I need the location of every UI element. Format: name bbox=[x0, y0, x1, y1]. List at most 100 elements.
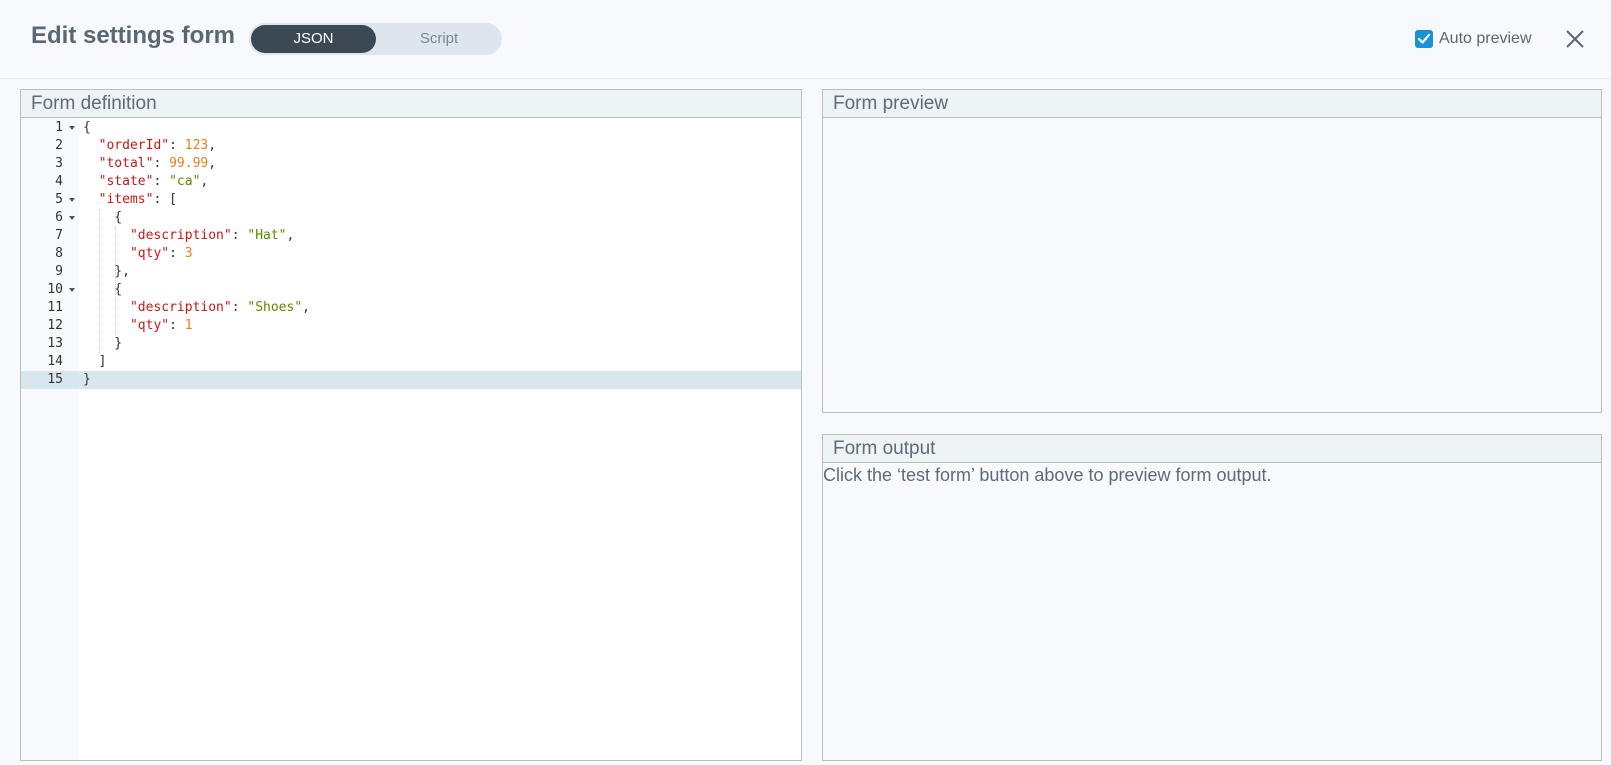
line-number: 5 bbox=[55, 192, 63, 207]
code-token: , bbox=[286, 228, 295, 243]
code-text: "state": "ca", bbox=[83, 173, 209, 191]
indent-guide bbox=[115, 227, 116, 335]
code-token: 123 bbox=[184, 138, 209, 153]
code-token: }, bbox=[83, 264, 130, 279]
code-token: 3 bbox=[184, 246, 193, 261]
code-token: ] bbox=[83, 354, 107, 369]
form-preview-panel: Form preview bbox=[822, 89, 1602, 413]
auto-preview-control[interactable]: Auto preview bbox=[1415, 28, 1532, 50]
form-output-message: Click the ‘test form’ button above to pr… bbox=[823, 465, 1272, 485]
code-token: "ca" bbox=[169, 174, 201, 189]
form-preview-title: Form preview bbox=[823, 90, 1601, 118]
code-line[interactable]: 5 "items": [ bbox=[21, 191, 801, 209]
code-text: { bbox=[83, 119, 91, 137]
code-text: } bbox=[83, 371, 91, 389]
code-token: "description" bbox=[129, 228, 232, 243]
code-line[interactable]: 9 }, bbox=[21, 263, 801, 281]
close-button[interactable] bbox=[1564, 28, 1586, 50]
code-lines[interactable]: 1{2 "orderId": 123, 3 "total": 99.99, 4 "s… bbox=[21, 118, 801, 389]
code-line[interactable]: 4 "state": "ca", bbox=[21, 173, 801, 191]
code-token: : bbox=[169, 318, 185, 333]
line-number: 11 bbox=[47, 300, 63, 315]
code-token: : bbox=[153, 156, 170, 171]
form-definition-panel: Form definition 1{2 "orderId": 123, 3 "to… bbox=[20, 89, 802, 761]
code-token: "items" bbox=[98, 192, 154, 207]
check-icon bbox=[1417, 33, 1431, 44]
fold-arrow-icon[interactable] bbox=[69, 288, 75, 292]
form-definition-title: Form definition bbox=[21, 90, 801, 118]
line-number: 15 bbox=[47, 372, 63, 387]
code-line[interactable]: 3 "total": 99.99, bbox=[21, 155, 801, 173]
code-token: } bbox=[83, 336, 123, 351]
code-token: : bbox=[153, 174, 170, 189]
line-number: 12 bbox=[47, 318, 63, 333]
code-line[interactable]: 2 "orderId": 123, bbox=[21, 137, 801, 155]
code-text: ] bbox=[83, 353, 107, 371]
code-token: { bbox=[83, 282, 123, 297]
line-number: 2 bbox=[55, 138, 63, 153]
code-token: : [ bbox=[153, 192, 177, 207]
auto-preview-label: Auto preview bbox=[1439, 30, 1532, 47]
code-token: , bbox=[208, 156, 217, 171]
json-editor[interactable]: 1{2 "orderId": 123, 3 "total": 99.99, 4 "s… bbox=[21, 118, 801, 760]
line-number: 3 bbox=[55, 156, 63, 171]
line-number: 13 bbox=[47, 336, 63, 351]
line-number: 9 bbox=[55, 264, 63, 279]
code-text: }, bbox=[83, 263, 130, 281]
code-token: : bbox=[169, 246, 185, 261]
code-token: 99.99 bbox=[169, 156, 209, 171]
code-token: { bbox=[83, 120, 91, 135]
code-text: "orderId": 123, bbox=[83, 137, 216, 155]
code-line[interactable]: 15} bbox=[21, 371, 801, 389]
code-token: : bbox=[231, 228, 248, 243]
code-token: { bbox=[83, 210, 123, 225]
code-line[interactable]: 10 { bbox=[21, 281, 801, 299]
code-token: "Shoes" bbox=[247, 300, 303, 315]
line-number: 6 bbox=[55, 210, 63, 225]
code-token: "description" bbox=[129, 300, 232, 315]
code-text: { bbox=[83, 281, 122, 299]
code-token: 1 bbox=[184, 318, 193, 333]
code-token: "total" bbox=[98, 156, 154, 171]
fold-arrow-icon[interactable] bbox=[69, 216, 75, 220]
fold-arrow-icon[interactable] bbox=[69, 198, 75, 202]
tab-script[interactable]: Script bbox=[378, 25, 500, 53]
code-token: "state" bbox=[98, 174, 154, 189]
code-line[interactable]: 11 "description": "Shoes", bbox=[21, 299, 801, 317]
line-number: 7 bbox=[55, 228, 63, 243]
indent-guide bbox=[99, 209, 100, 353]
code-token: "qty" bbox=[129, 246, 170, 261]
line-number: 10 bbox=[47, 282, 63, 297]
form-output-panel: Form output Click the ‘test form’ button… bbox=[822, 434, 1602, 761]
fold-arrow-icon[interactable] bbox=[69, 126, 75, 130]
code-text: } bbox=[83, 335, 122, 353]
auto-preview-checkbox[interactable] bbox=[1415, 30, 1433, 48]
header-bar: Edit settings form JSON Script Auto prev… bbox=[0, 0, 1611, 79]
code-token: : bbox=[231, 300, 248, 315]
line-number: 1 bbox=[55, 120, 63, 135]
code-line[interactable]: 13 } bbox=[21, 335, 801, 353]
close-icon bbox=[1566, 30, 1584, 48]
code-token: , bbox=[302, 300, 310, 315]
mode-toggle: JSON Script bbox=[249, 23, 502, 55]
tab-json[interactable]: JSON bbox=[251, 25, 376, 53]
code-line[interactable]: 1{ bbox=[21, 119, 801, 137]
code-token: "qty" bbox=[129, 318, 170, 333]
code-token: , bbox=[208, 138, 217, 153]
code-line[interactable]: 7 "description": "Hat", bbox=[21, 227, 801, 245]
code-line[interactable]: 6 { bbox=[21, 209, 801, 227]
line-number: 14 bbox=[47, 354, 63, 369]
code-line[interactable]: 8 "qty": 3 bbox=[21, 245, 801, 263]
code-token: "orderId" bbox=[98, 138, 170, 153]
form-output-title: Form output bbox=[823, 435, 1601, 463]
code-line[interactable]: 12 "qty": 1 bbox=[21, 317, 801, 335]
code-text: "items": [ bbox=[83, 191, 177, 209]
code-token: } bbox=[83, 372, 91, 387]
code-text: "total": 99.99, bbox=[83, 155, 216, 173]
code-line[interactable]: 14 ] bbox=[21, 353, 801, 371]
